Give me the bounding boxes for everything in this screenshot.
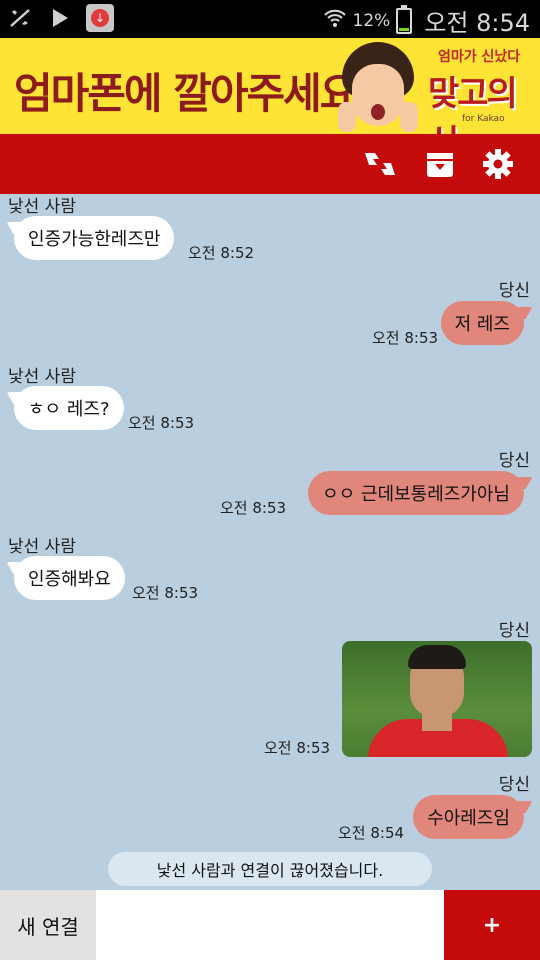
ad-banner[interactable]: 엄마폰에 깔아주세요 엄마가 신났다 맞고의신 for Kakao (0, 38, 540, 134)
battery-percent: 12% (352, 10, 391, 31)
sender-label: 낯선 사람 (8, 367, 76, 387)
new-connection-button[interactable]: 새 연결 (0, 890, 96, 960)
download-icon: ↓ (86, 4, 114, 32)
message-bubble-outgoing: ㅇㅇ 근데보통레즈가아님 (308, 471, 524, 515)
message-time: 오전 8:53 (132, 584, 199, 602)
ad-character-image (338, 40, 418, 134)
message-time: 오전 8:53 (372, 329, 439, 347)
message-bubble-outgoing: 저 레즈 (440, 301, 524, 345)
ad-logo-tagline: 엄마가 신났다 (438, 49, 521, 65)
status-bar: ↓ 12% 오전 8:54 (0, 0, 540, 38)
input-bar: 새 연결 + (0, 890, 540, 960)
battery-icon (396, 4, 413, 34)
message-time: 오전 8:53 (220, 499, 287, 517)
app-toolbar (0, 134, 540, 194)
play-store-icon (46, 4, 74, 32)
chat-area[interactable]: 낯선 사람 인증가능한레즈만 오전 8:52 당신 저 레즈 오전 8:53 낯… (0, 194, 540, 890)
disconnect-notice: 낯선 사람과 연결이 끊어졌습니다. (108, 852, 432, 886)
message-bubble-incoming: ㅎㅇ 레즈? (14, 386, 124, 430)
system-status: 12% 오전 8:54 (323, 3, 530, 38)
message-time: 오전 8:54 (338, 824, 405, 842)
notification-icons: ↓ (6, 4, 114, 32)
wifi-icon (323, 6, 347, 36)
message-time: 오전 8:53 (128, 414, 195, 432)
sender-label: 당신 (498, 451, 530, 471)
missed-call-icon (6, 4, 34, 32)
thumbs-down-icon[interactable] (362, 146, 398, 182)
sender-label: 당신 (498, 775, 530, 795)
archive-icon[interactable] (422, 146, 458, 182)
message-time: 오전 8:53 (264, 739, 331, 757)
message-photo[interactable] (342, 641, 532, 757)
ad-logo-subtitle: for Kakao (462, 114, 505, 124)
sender-label: 당신 (498, 281, 530, 301)
message-bubble-incoming: 인증해봐요 (14, 556, 125, 600)
sender-label: 낯선 사람 (8, 537, 76, 557)
sender-label: 당신 (498, 621, 530, 641)
ad-headline: 엄마폰에 깔아주세요 (14, 69, 358, 118)
gear-icon[interactable] (480, 146, 516, 182)
message-time: 오전 8:52 (188, 244, 255, 262)
message-bubble-outgoing: 수아레즈임 (413, 795, 524, 839)
clock: 오전 8:54 (424, 9, 530, 37)
send-button[interactable]: + (444, 890, 540, 960)
sender-label: 낯선 사람 (8, 197, 76, 217)
message-input[interactable] (96, 890, 444, 960)
message-bubble-incoming: 인증가능한레즈만 (14, 216, 175, 260)
